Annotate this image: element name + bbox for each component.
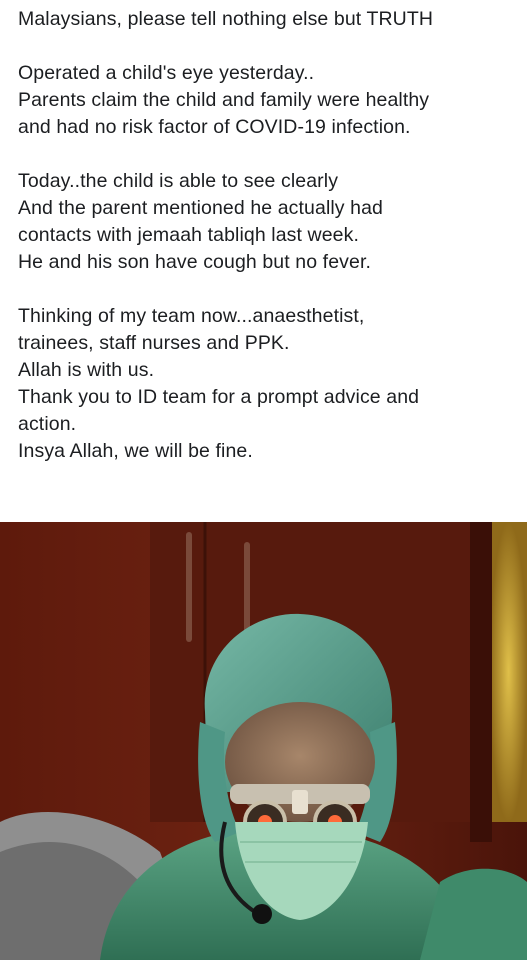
post-line: Parents claim the child and family were … <box>18 89 430 111</box>
post-line: Thinking of my team now...anaesthetist, <box>18 305 365 327</box>
post-line: Insya Allah, we will be fine. <box>18 440 253 462</box>
post-line: trainees, staff nurses and PPK. <box>18 332 290 354</box>
post-photo[interactable] <box>0 522 527 960</box>
post-line: Allah is with us. <box>18 359 155 381</box>
post-line: Malaysians, please tell nothing else but… <box>18 8 434 30</box>
post-line: contacts with jemaah tabliqh last week. <box>18 224 359 246</box>
surgeon-photo <box>0 522 527 960</box>
post: Malaysians, please tell nothing else but… <box>0 0 527 960</box>
door-handle-right <box>244 542 250 637</box>
door-handle-left <box>186 532 192 642</box>
post-line: Today..the child is able to see clearly <box>18 170 339 192</box>
light-strip <box>490 522 527 822</box>
post-line: Operated a child's eye yesterday.. <box>18 62 315 84</box>
post-text: Malaysians, please tell nothing else but… <box>18 6 523 465</box>
post-line: Thank you to ID team for a prompt advice… <box>18 386 420 408</box>
door-frame-right <box>470 522 492 842</box>
mic-icon <box>252 904 272 924</box>
post-line: He and his son have cough but no fever. <box>18 251 371 273</box>
post-line: and had no risk factor of COVID-19 infec… <box>18 116 411 138</box>
post-line: And the parent mentioned he actually had <box>18 197 384 219</box>
post-line: action. <box>18 413 77 435</box>
